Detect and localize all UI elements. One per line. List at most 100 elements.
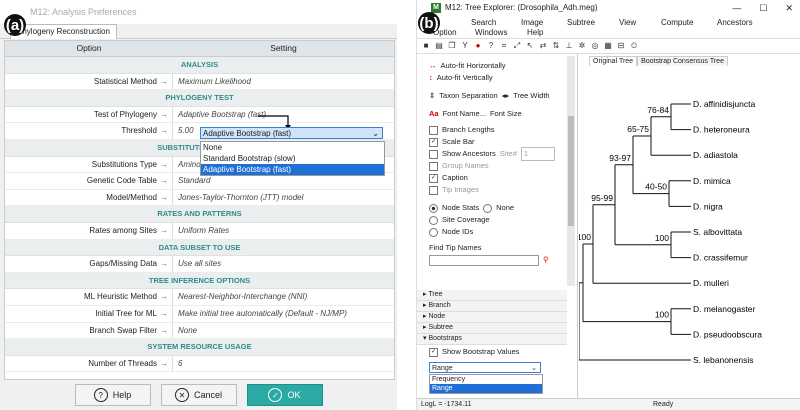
option-row[interactable]: Branch Swap Filter → None <box>5 322 394 340</box>
menu-subtree[interactable]: Subtree <box>567 18 595 27</box>
accordion-subtree[interactable]: ▸ Subtree <box>417 323 567 334</box>
taxon-separation-control[interactable]: ⇕ Taxon Separation ◂▸ Tree Width <box>417 90 577 102</box>
bootstrap-display-dropdown[interactable]: Range ⌄ <box>429 362 541 373</box>
option-value[interactable]: Maximum Likelihood <box>173 74 394 90</box>
option-label: Branch Swap Filter → <box>5 322 173 339</box>
caption-checkbox[interactable]: ✓ Caption <box>417 172 577 184</box>
section-header: PHYLOGENY TEST <box>5 90 394 107</box>
show-bootstrap-checkbox[interactable]: ✓ Show Bootstrap Values <box>417 346 519 358</box>
option-row[interactable]: Statistical Method → Maximum Likelihood <box>5 73 394 91</box>
info-icon[interactable]: ● <box>473 41 483 51</box>
checkbox-checked-icon: ✓ <box>429 137 438 147</box>
layout-icon[interactable]: ▦ <box>603 41 613 51</box>
bootstrap-value: 93-97 <box>609 153 631 163</box>
accordion-bootstraps[interactable]: ▾ Bootstraps <box>417 334 567 345</box>
cancel-button[interactable]: ✕ Cancel <box>160 384 237 406</box>
rooted-tree-icon[interactable]: ⊥ <box>564 41 574 51</box>
section-header: SYSTEM RESOURCE USAGE <box>5 339 394 356</box>
close-icon[interactable]: ✕ <box>785 0 793 16</box>
option-row[interactable]: Number of Threads → 6 <box>5 355 394 373</box>
print-icon[interactable]: ▤ <box>434 41 444 51</box>
circle-tree-icon[interactable]: ◎ <box>590 41 600 51</box>
tip-images-label: Tip Images <box>442 185 479 194</box>
search-icon[interactable]: ⚲ <box>543 254 549 266</box>
swap-icon[interactable]: ⇄ <box>538 41 548 51</box>
font-row[interactable]: Aa Font Name... Font Size <box>417 108 577 120</box>
test-of-phylogeny-dropdown[interactable]: Adaptive Bootstrap (fast) ⌄ <box>200 127 383 139</box>
accordion: ▸ Tree ▸ Branch ▸ Node ▸ Subtree ▾ Boots… <box>417 290 567 345</box>
option-value[interactable]: None <box>173 323 394 339</box>
node-ids-radio[interactable]: Node IDs <box>417 226 577 238</box>
accordion-branch[interactable]: ▸ Branch <box>417 301 567 312</box>
dropdown-option[interactable]: None <box>201 142 384 153</box>
site-input[interactable]: 1 <box>520 147 555 161</box>
option-value[interactable]: Jones-Taylor-Thornton (JTT) model <box>173 190 394 206</box>
radial-tree-icon[interactable]: ✲ <box>577 41 587 51</box>
option-row[interactable]: Rates among Sites → Uniform Rates <box>5 222 394 240</box>
option-value[interactable]: Use all sites <box>173 256 394 272</box>
taxon-label: D. melanogaster <box>693 304 756 314</box>
dropdown-option[interactable]: Standard Bootstrap (slow) <box>201 153 384 164</box>
tab-original-tree[interactable]: Original Tree <box>589 56 638 66</box>
flip-icon[interactable]: ⇅ <box>551 41 561 51</box>
node-stats-radio[interactable]: Node Stats None <box>417 202 577 214</box>
tip-images-checkbox[interactable]: Tip Images <box>417 184 577 196</box>
group-names-checkbox[interactable]: Group Names <box>417 160 577 172</box>
radio-icon[interactable] <box>483 203 493 213</box>
accordion-tree[interactable]: ▸ Tree <box>417 290 567 301</box>
arrow-right-icon: → <box>160 109 168 119</box>
option-label-text: ML Heuristic Method <box>83 292 157 302</box>
scrollbar-thumb[interactable] <box>568 116 574 226</box>
status-logl: LogL = -1734.11 <box>421 401 472 408</box>
radio-icon <box>429 227 438 237</box>
dropdown-option-selected[interactable]: Range <box>430 384 542 393</box>
find-tip-input[interactable] <box>429 254 539 266</box>
toolbar: ■ ▤ ❐ Y ● ? ⌗ ⤢ ↖ ⇄ ⇅ ⊥ ✲ ◎ ▦ ⊟ ⏲ <box>417 38 800 54</box>
sidebar-scrollbar[interactable] <box>567 56 575 286</box>
option-label: Substitutions Type → <box>5 156 173 173</box>
ok-button[interactable]: ✓ OK <box>246 384 323 406</box>
arrow-right-icon: → <box>160 225 168 235</box>
option-row[interactable]: Gaps/Missing Data → Use all sites <box>5 256 394 273</box>
panel-a-badge: (a) <box>4 14 26 36</box>
font-size-label: Font Size <box>489 109 522 118</box>
option-row[interactable]: ML Heuristic Method → Nearest-Neighbor-Int… <box>5 289 394 306</box>
option-value[interactable]: Uniform Rates <box>173 223 394 239</box>
zoom-icon[interactable]: ⌗ <box>499 41 509 51</box>
funnel-icon[interactable]: Y <box>460 41 470 51</box>
save-icon[interactable]: ■ <box>421 41 431 51</box>
help-button[interactable]: ? Help <box>74 384 151 406</box>
show-ancestors-checkbox[interactable]: Show Ancestors Site# 1 <box>417 147 577 161</box>
option-row[interactable]: Initial Tree for ML → Make initial tree au… <box>5 305 394 323</box>
copy-icon[interactable]: ❐ <box>447 41 457 51</box>
expand-icon[interactable]: ⤢ <box>512 41 522 51</box>
pointer-icon[interactable]: ↖ <box>525 41 535 51</box>
option-row[interactable]: Test of Phylogeny → Adaptive Bootstrap (fa… <box>5 106 394 124</box>
option-row[interactable]: Model/Method → Jones-Taylor-Thornton (JTT)… <box>5 189 394 207</box>
compress-icon[interactable]: ⊟ <box>616 41 626 51</box>
dropdown-option-selected[interactable]: Adaptive Bootstrap (fast) <box>201 164 384 175</box>
minimize-icon[interactable]: — <box>732 0 741 16</box>
site-coverage-radio[interactable]: Site Coverage <box>417 214 577 226</box>
maximize-icon[interactable]: ☐ <box>759 0 767 16</box>
accordion-node[interactable]: ▸ Node <box>417 312 567 323</box>
branch-lengths-checkbox[interactable]: Branch Lengths <box>417 124 577 136</box>
menu-view[interactable]: View <box>619 18 636 27</box>
option-value[interactable]: Nearest-Neighbor-Interchange (NNI) <box>173 289 394 305</box>
menu-image[interactable]: Image <box>521 18 543 27</box>
tab-phylogeny-reconstruction[interactable]: Phylogeny Reconstruction <box>10 24 117 39</box>
tab-bootstrap-consensus[interactable]: Bootstrap Consensus Tree <box>637 56 728 66</box>
option-value[interactable]: Make initial tree automatically (Default… <box>173 306 394 322</box>
question-icon[interactable]: ? <box>486 41 496 51</box>
dropdown-option[interactable]: Frequency <box>430 375 542 384</box>
auto-fit-vertically[interactable]: ↕ Auto-fit Vertically <box>417 72 577 84</box>
menu-search[interactable]: Search <box>471 18 496 27</box>
timer-icon[interactable]: ⏲ <box>629 41 639 51</box>
auto-fit-horizontally[interactable]: ↔ Auto-fit Horizontally <box>417 60 577 72</box>
menu-help[interactable]: Help <box>527 28 543 37</box>
option-value[interactable]: 6 <box>173 356 394 372</box>
menu-windows[interactable]: Windows <box>475 28 507 37</box>
menu-ancestors[interactable]: Ancestors <box>717 18 753 27</box>
bootstrap-value: 40-50 <box>645 182 667 192</box>
menu-compute[interactable]: Compute <box>661 18 693 27</box>
